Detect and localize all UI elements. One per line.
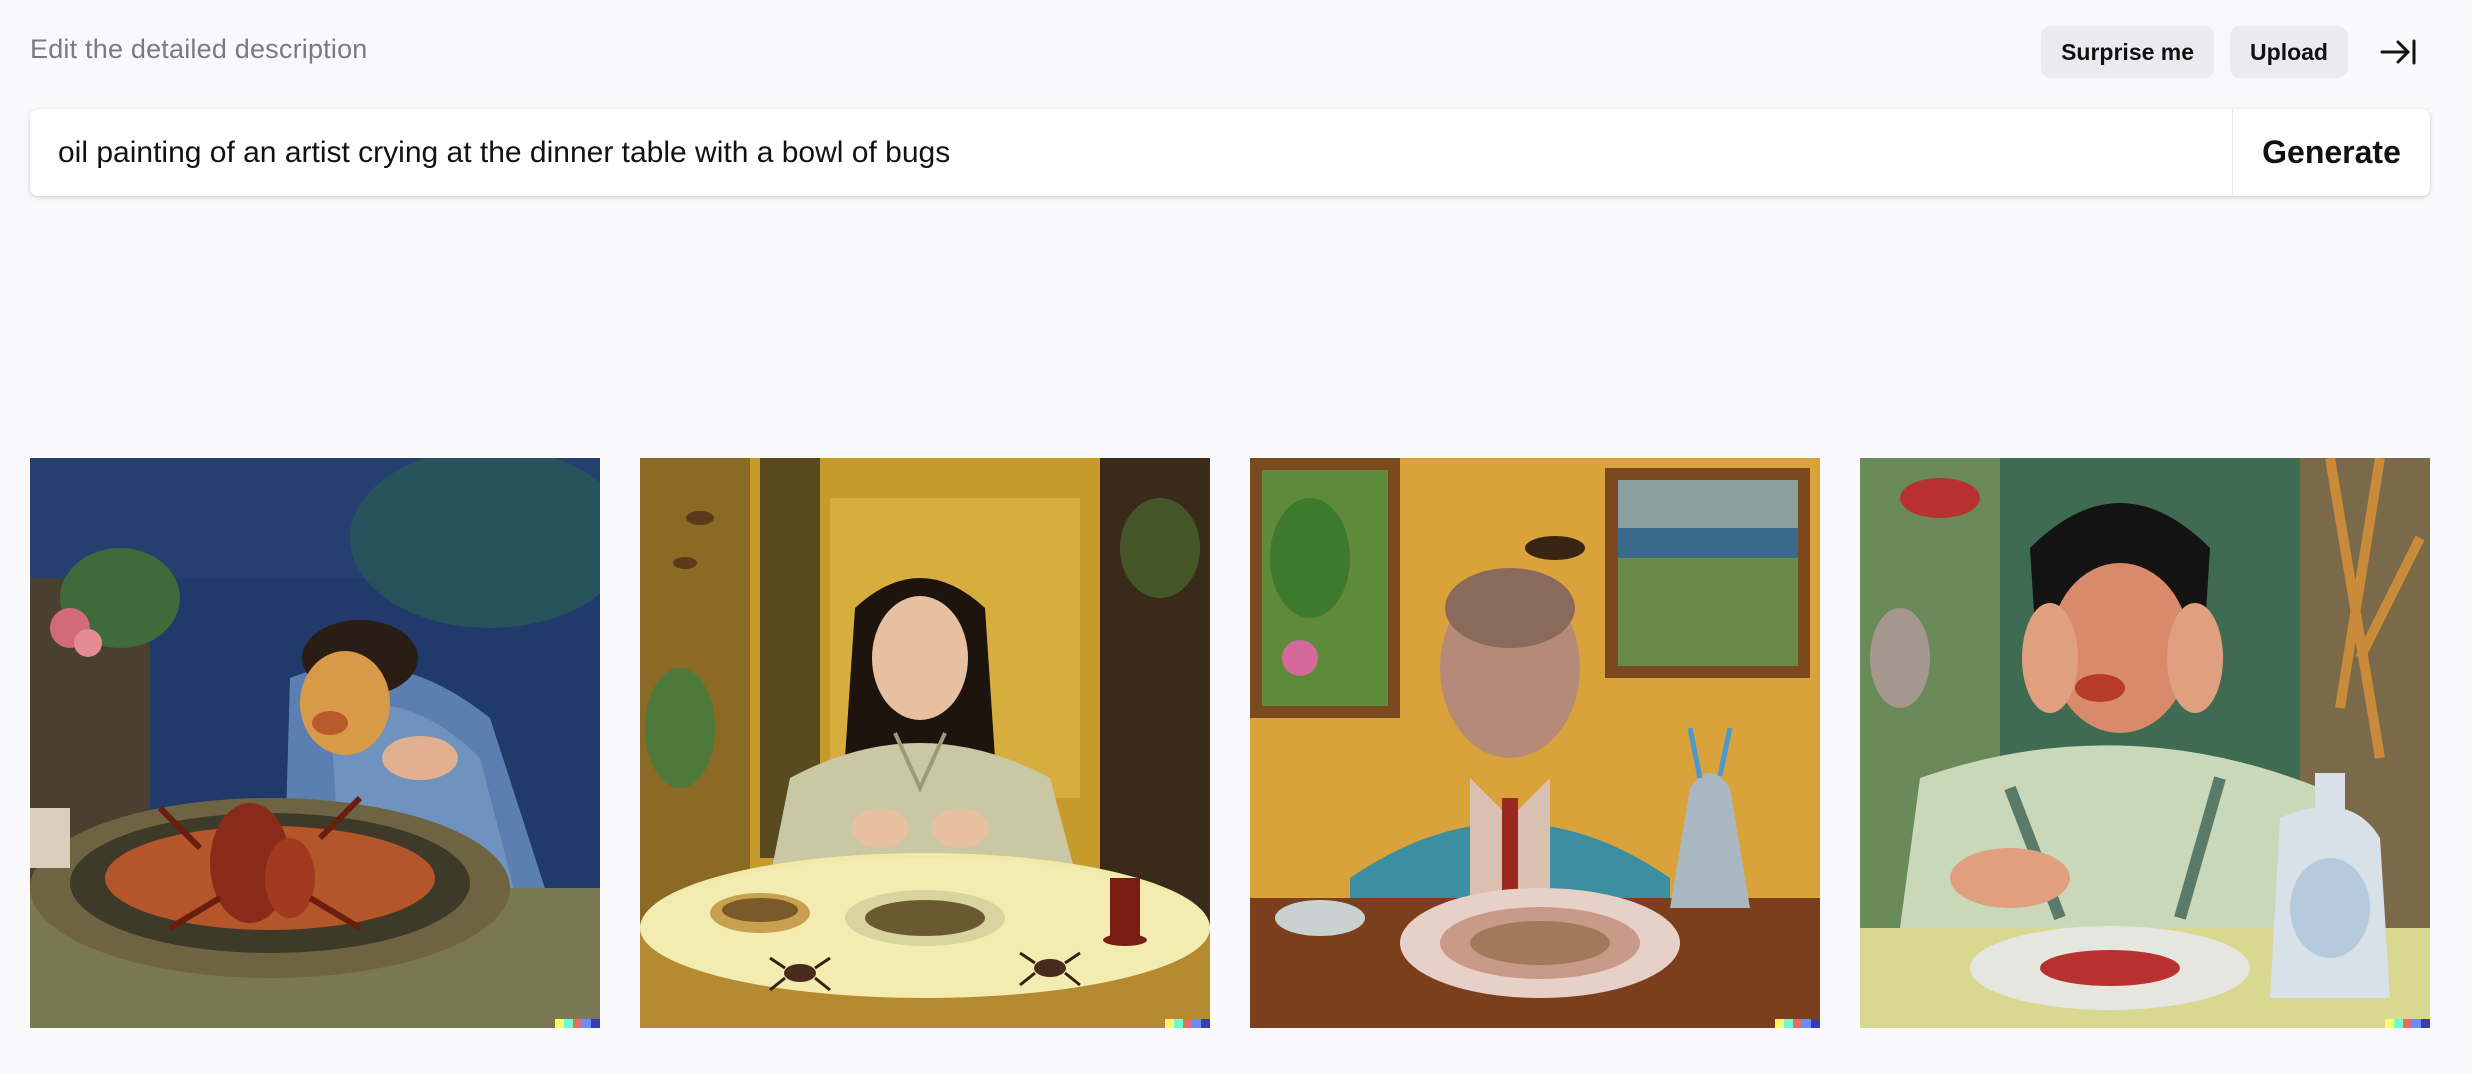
top-actions: Surprise me Upload <box>2041 26 2424 78</box>
generated-image-4[interactable] <box>1860 458 2430 1028</box>
image-generator-page: Edit the detailed description Surprise m… <box>0 0 2472 1074</box>
generated-image-3[interactable] <box>1250 458 1820 1028</box>
description-hint: Edit the detailed description <box>30 34 368 64</box>
image-signature-3 <box>1775 1019 1820 1028</box>
generated-image-2[interactable] <box>640 458 1210 1028</box>
image-signature-1 <box>555 1019 600 1028</box>
painting-4 <box>1860 458 2430 1028</box>
painting-3 <box>1250 458 1820 1028</box>
image-signature-2 <box>1165 1019 1210 1028</box>
surprise-me-button[interactable]: Surprise me <box>2041 26 2215 78</box>
generate-button[interactable]: Generate <box>2232 109 2430 196</box>
collapse-right-icon[interactable] <box>2372 26 2424 78</box>
painting-2 <box>640 458 1210 1028</box>
image-gallery <box>30 458 2430 1028</box>
upload-button[interactable]: Upload <box>2230 26 2348 78</box>
prompt-input[interactable] <box>30 109 2232 196</box>
prompt-bar: Generate <box>30 109 2430 196</box>
image-signature-4 <box>2385 1019 2430 1028</box>
painting-1 <box>30 458 600 1028</box>
generated-image-1[interactable] <box>30 458 600 1028</box>
